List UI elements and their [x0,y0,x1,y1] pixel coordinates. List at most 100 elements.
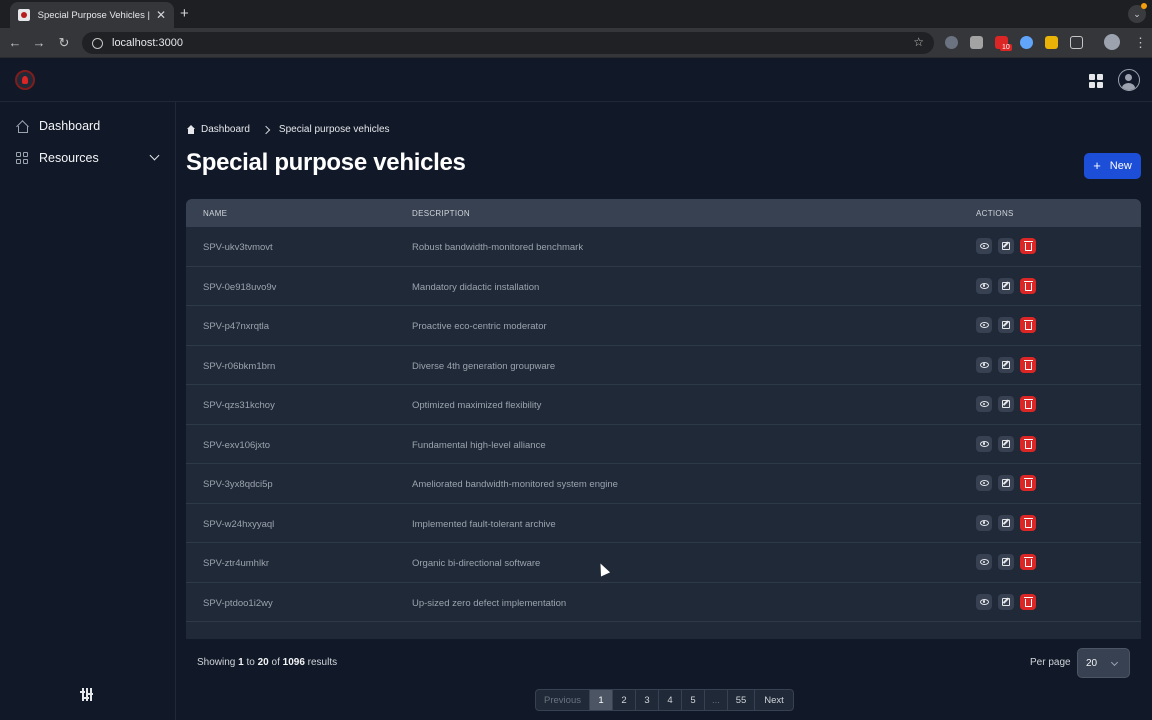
delete-button[interactable] [1020,554,1036,570]
edit-button[interactable] [998,317,1014,333]
cell-description: Robust bandwidth-monitored benchmark [412,242,584,253]
next-page-button[interactable]: Next [755,690,793,710]
results-suffix: results [304,657,338,668]
per-page-label: Per page [1030,657,1071,668]
extension-icon[interactable] [970,36,983,49]
view-button[interactable] [976,356,992,373]
table-row: SPV-ukv3tvmovt Robust bandwidth-monitored… [186,227,1141,267]
cell-description: Organic bi-directional software [412,558,541,569]
url-text: localhost:3000 [112,37,183,49]
delete-button[interactable] [1020,356,1036,373]
browser-menu-icon[interactable]: ⋮ [1134,35,1147,51]
edit-button[interactable] [998,514,1014,531]
bookmark-star-icon[interactable]: ☆ [913,35,924,49]
data-table: NAME DESCRIPTION ACTIONS SPV-ukv3tvmovt R… [186,199,1141,639]
cell-name: SPV-w24hxyyaql [203,518,275,530]
page-button[interactable]: 4 [659,690,682,710]
eye-icon [979,282,989,289]
edit-button[interactable] [998,435,1014,452]
delete-button[interactable] [1020,277,1036,294]
browser-toolbar: ← → ↻ localhost:3000 ☆ 10 ⋮ [0,28,1152,58]
sidebar-item-dashboard[interactable]: Dashboard [0,112,176,140]
user-avatar-icon[interactable] [1118,69,1140,91]
extension-icon[interactable] [1045,36,1058,49]
eye-icon [979,440,989,447]
cell-name: SPV-ptdoo1i2wy [203,597,273,609]
cell-name: SPV-ztr4umhlkr [203,558,269,569]
delete-button[interactable] [1020,396,1036,412]
site-info-icon[interactable] [92,37,103,49]
home-icon [16,120,28,133]
view-button[interactable] [976,593,992,610]
trash-icon [1023,241,1033,251]
table-row: SPV-exv106jxto Fundamental high-level all… [186,425,1141,464]
edit-icon [1002,281,1010,290]
cell-description: Up-sized zero defect implementation [412,597,567,609]
cell-name: SPV-qzs31kchoy [203,400,275,411]
eye-icon [979,559,989,565]
trash-icon [1023,557,1033,567]
delete-button[interactable] [1020,593,1036,610]
extension-icon[interactable] [945,36,958,49]
sidebar-item-resources[interactable]: Resources [0,144,176,172]
edit-icon [1002,439,1010,448]
edit-button[interactable] [998,593,1014,610]
address-bar[interactable]: localhost:3000 ☆ [82,32,934,54]
delete-button[interactable] [1020,317,1036,333]
view-button[interactable] [976,514,992,531]
page-button[interactable]: 2 [613,690,636,710]
extensions-puzzle-icon[interactable] [1070,36,1083,49]
eye-icon [979,519,989,526]
tab-close-icon[interactable]: ✕ [156,8,166,22]
previous-page-button[interactable]: Previous [536,690,590,710]
column-header-description[interactable]: DESCRIPTION [412,209,470,218]
browser-tab[interactable]: Special Purpose Vehicles | Ta ✕ [10,2,174,28]
new-tab-button[interactable]: + [180,5,189,22]
edit-button[interactable] [998,277,1014,294]
per-page-select[interactable]: 20 [1077,648,1130,678]
view-button[interactable] [976,317,992,333]
adjustments-icon[interactable] [80,688,94,702]
edit-button[interactable] [998,238,1014,254]
view-button[interactable] [976,554,992,570]
results-total: 1096 [282,657,305,668]
reload-icon[interactable]: ↻ [56,35,72,51]
delete-button[interactable] [1020,238,1036,254]
page-button[interactable]: 55 [728,690,755,710]
edit-button[interactable] [998,356,1014,373]
tab-search-icon[interactable]: ⌄ [1128,3,1147,23]
edit-button[interactable] [998,475,1014,491]
column-header-name[interactable]: NAME [203,209,227,218]
delete-button[interactable] [1020,435,1036,452]
trash-icon [1023,596,1033,607]
table-row: SPV-ptdoo1i2wy Up-sized zero defect imple… [186,583,1141,622]
view-button[interactable] [976,277,992,294]
breadcrumb-dashboard-link[interactable]: Dashboard [201,124,250,135]
edit-button[interactable] [998,554,1014,570]
extension-icon[interactable] [1020,36,1033,49]
table-row: SPV-p47nxrqtla Proactive eco-centric mode… [186,306,1141,346]
view-button[interactable] [976,435,992,452]
results-of-word: of [268,657,283,668]
page-button[interactable]: 5 [682,690,705,710]
table-header: NAME DESCRIPTION ACTIONS [186,199,1141,227]
profile-avatar-icon[interactable] [1104,34,1120,50]
app-logo[interactable] [15,70,35,90]
page-button[interactable]: 3 [636,690,659,710]
view-button[interactable] [976,475,992,491]
delete-button[interactable] [1020,514,1036,531]
edit-icon [1002,597,1010,606]
page-button[interactable]: 1 [590,690,613,710]
eye-icon [979,598,989,605]
trash-icon [1023,359,1033,370]
edit-button[interactable] [998,396,1014,412]
view-button[interactable] [976,396,992,412]
delete-button[interactable] [1020,475,1036,491]
apps-grid-icon[interactable] [1089,74,1103,88]
new-button[interactable]: + New [1084,153,1141,179]
trash-icon [1023,320,1033,330]
forward-icon[interactable]: → [31,35,47,50]
view-button[interactable] [976,238,992,254]
table-row: SPV-0e918uvo9v Mandatory didactic install… [186,267,1141,306]
back-icon[interactable]: ← [7,35,23,50]
